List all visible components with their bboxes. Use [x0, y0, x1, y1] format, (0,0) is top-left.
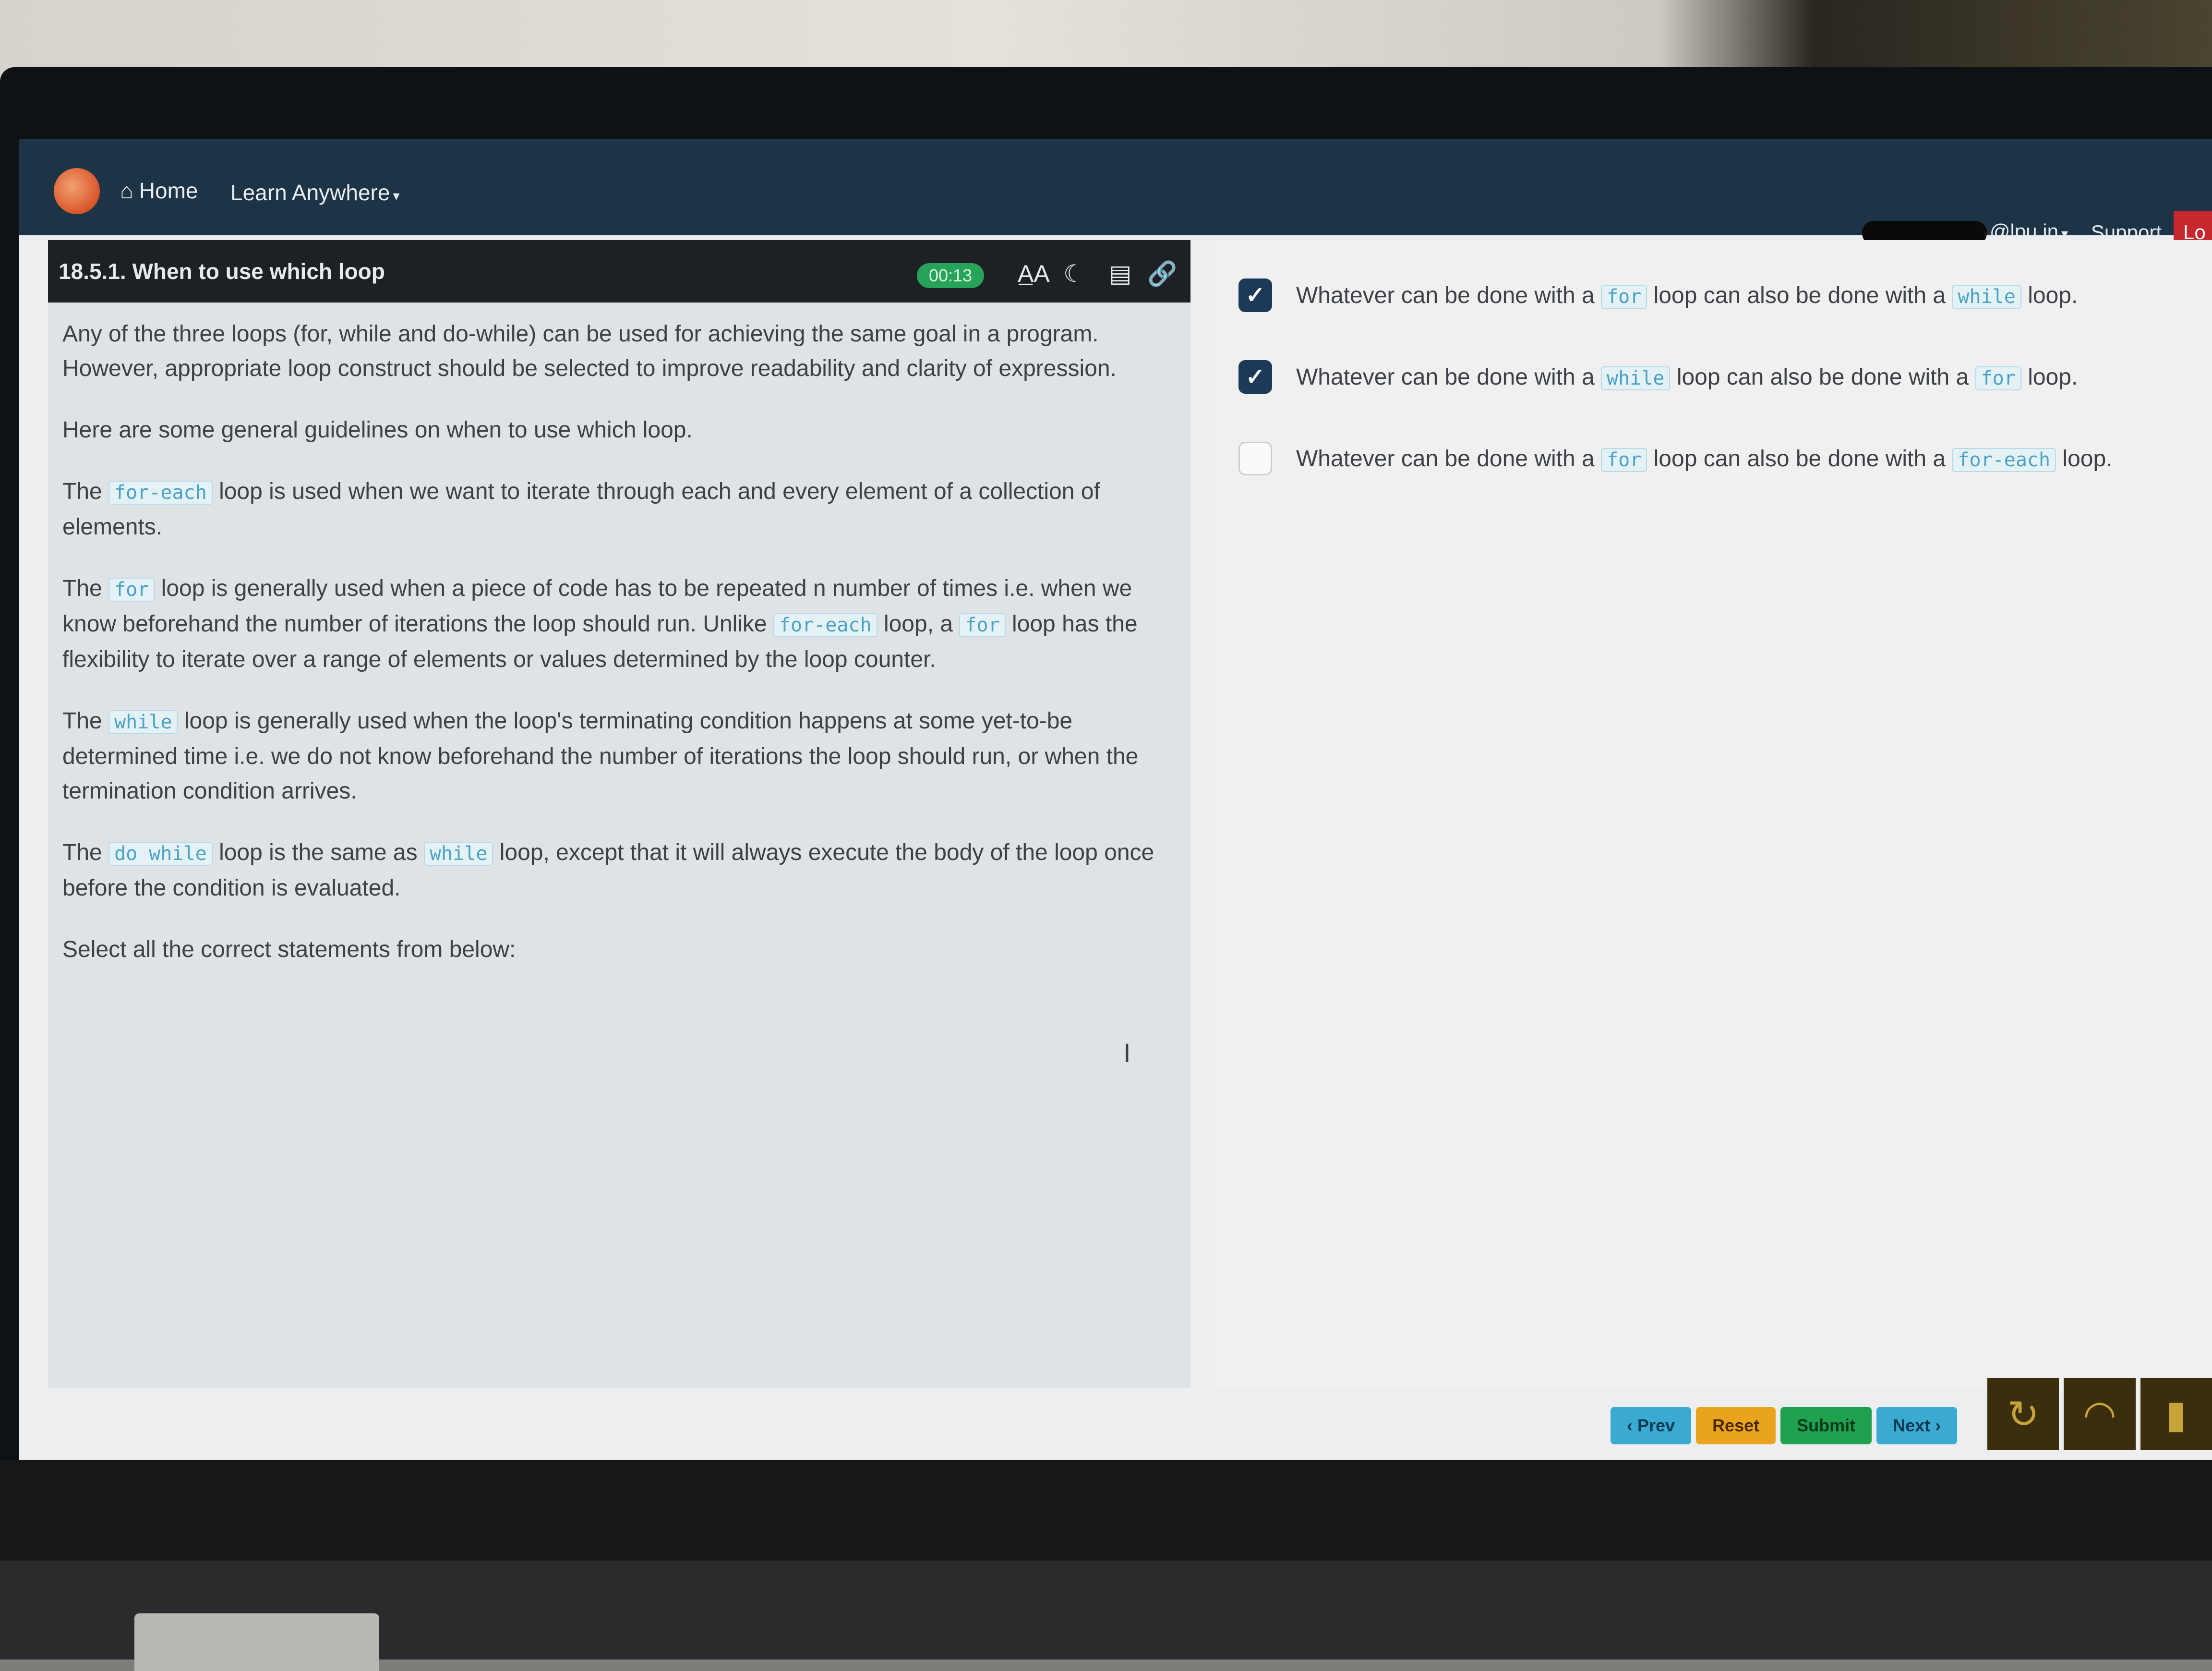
checkbox[interactable]: ✓ — [1238, 278, 1272, 312]
code-keyword: for-each — [773, 613, 878, 637]
code-keyword: while — [1952, 284, 2021, 309]
option-row[interactable]: ✓ Whatever can be done with a for loop c… — [1238, 274, 2078, 317]
paragraph-for-each: The for-each loop is used when we want t… — [62, 474, 1176, 545]
paragraph-for: The for loop is generally used when a pi… — [62, 571, 1176, 677]
check-icon: ✓ — [1245, 283, 1265, 308]
text: The — [62, 840, 102, 865]
text: loop can also be done with a — [1653, 446, 1946, 472]
reset-button[interactable]: Reset — [1696, 1407, 1776, 1444]
prev-button[interactable]: ‹ Prev — [1611, 1407, 1692, 1444]
options-panel: ✓ Whatever can be done with a for loop c… — [1210, 240, 2212, 1388]
checkbox[interactable] — [1238, 442, 1272, 475]
system-tray: ↻ ◠ ▮ — [1987, 1378, 2212, 1460]
text: loop. — [2062, 446, 2113, 472]
desk-object — [134, 1613, 379, 1671]
caret-down-icon: ▾ — [2061, 226, 2068, 241]
lesson-title: 18.5.1. When to use which loop — [59, 259, 385, 284]
text: loop. — [2028, 364, 2078, 390]
paragraph-instruction: Select all the correct statements from b… — [62, 937, 516, 962]
text: loop can also be done with a — [1653, 282, 1946, 308]
code-keyword: for — [1601, 284, 1647, 309]
code-keyword: for — [1975, 366, 2021, 390]
nav-learn-anywhere[interactable]: Learn Anywhere ▾ — [230, 180, 400, 206]
option-row[interactable]: ✓ Whatever can be done with a while loop… — [1238, 355, 2078, 399]
code-keyword: for-each — [108, 481, 213, 505]
paragraph-intro: Any of the three loops (for, while and d… — [62, 321, 1117, 381]
option-row[interactable]: Whatever can be done with a for loop can… — [1238, 437, 2113, 480]
nav-home-label: Home — [139, 178, 198, 203]
dark-mode-icon[interactable]: ☾ — [1063, 259, 1085, 288]
layout-icon[interactable]: ▤ — [1109, 259, 1131, 288]
code-keyword: while — [1601, 366, 1671, 390]
code-keyword: do while — [108, 842, 213, 866]
text: loop can also be done with a — [1676, 364, 1969, 390]
paragraph-while: The while loop is generally used when th… — [62, 704, 1176, 809]
text: loop is generally used when the loop's t… — [62, 708, 1139, 804]
check-icon: ✓ — [1245, 364, 1265, 390]
text-cursor-icon: I — [1123, 1038, 1131, 1068]
option-text[interactable]: Whatever can be done with a for loop can… — [1296, 282, 2078, 309]
next-button[interactable]: Next › — [1876, 1407, 1958, 1444]
option-text[interactable]: Whatever can be done with a while loop c… — [1296, 364, 2078, 390]
paragraph-do-while: The do while loop is the same as while l… — [62, 836, 1176, 906]
code-keyword: while — [108, 710, 178, 734]
text: Whatever can be done with a — [1296, 446, 1595, 472]
paragraph-guidelines: Here are some general guidelines on when… — [62, 417, 693, 443]
caret-down-icon: ▾ — [393, 188, 400, 203]
lesson-header: 18.5.1. When to use which loop 00:13 A̲A… — [48, 240, 1190, 303]
logo[interactable] — [54, 168, 100, 214]
screen: ⌂ Home Learn Anywhere ▾ @lpu.in ▾ Support … — [19, 139, 2212, 1460]
option-text[interactable]: Whatever can be done with a for loop can… — [1296, 446, 2113, 472]
text-size-icon[interactable]: A̲A — [1018, 259, 1050, 288]
nav-user-email: @lpu.in — [1989, 220, 2058, 242]
nav-learn-label: Learn Anywhere — [230, 180, 390, 205]
top-navbar: ⌂ Home Learn Anywhere ▾ @lpu.in ▾ Support … — [19, 139, 2212, 254]
text: Whatever can be done with a — [1296, 282, 1595, 308]
code-keyword: for — [108, 578, 155, 602]
text: The — [62, 708, 102, 734]
code-keyword: for-each — [1952, 448, 2056, 472]
text: loop is the same as — [219, 840, 418, 865]
submit-button[interactable]: Submit — [1780, 1407, 1872, 1444]
checkbox[interactable]: ✓ — [1238, 360, 1272, 394]
code-keyword: while — [423, 842, 493, 866]
code-keyword: for — [1601, 448, 1647, 472]
lesson-panel: 18.5.1. When to use which loop 00:13 A̲A… — [48, 240, 1190, 1388]
text: Whatever can be done with a — [1296, 364, 1595, 390]
text: The — [62, 576, 102, 601]
link-icon[interactable]: 🔗 — [1147, 259, 1177, 288]
code-keyword: for — [959, 613, 1006, 637]
timer-badge: 00:13 — [917, 263, 984, 288]
lesson-content: Any of the three loops (for, while and d… — [62, 317, 1176, 994]
text: loop. — [2028, 282, 2078, 308]
text: loop, a — [883, 611, 953, 637]
action-buttons: ‹ Prev Reset Submit Next › — [1611, 1407, 1958, 1444]
refresh-icon[interactable]: ↻ — [1987, 1378, 2059, 1450]
wifi-icon[interactable]: ◠ — [2064, 1378, 2136, 1450]
battery-icon[interactable]: ▮ — [2140, 1378, 2212, 1450]
nav-home-link[interactable]: ⌂ Home — [120, 178, 198, 204]
home-icon: ⌂ — [120, 178, 133, 203]
text: loop is used when we want to iterate thr… — [62, 479, 1100, 540]
text: The — [62, 479, 102, 504]
